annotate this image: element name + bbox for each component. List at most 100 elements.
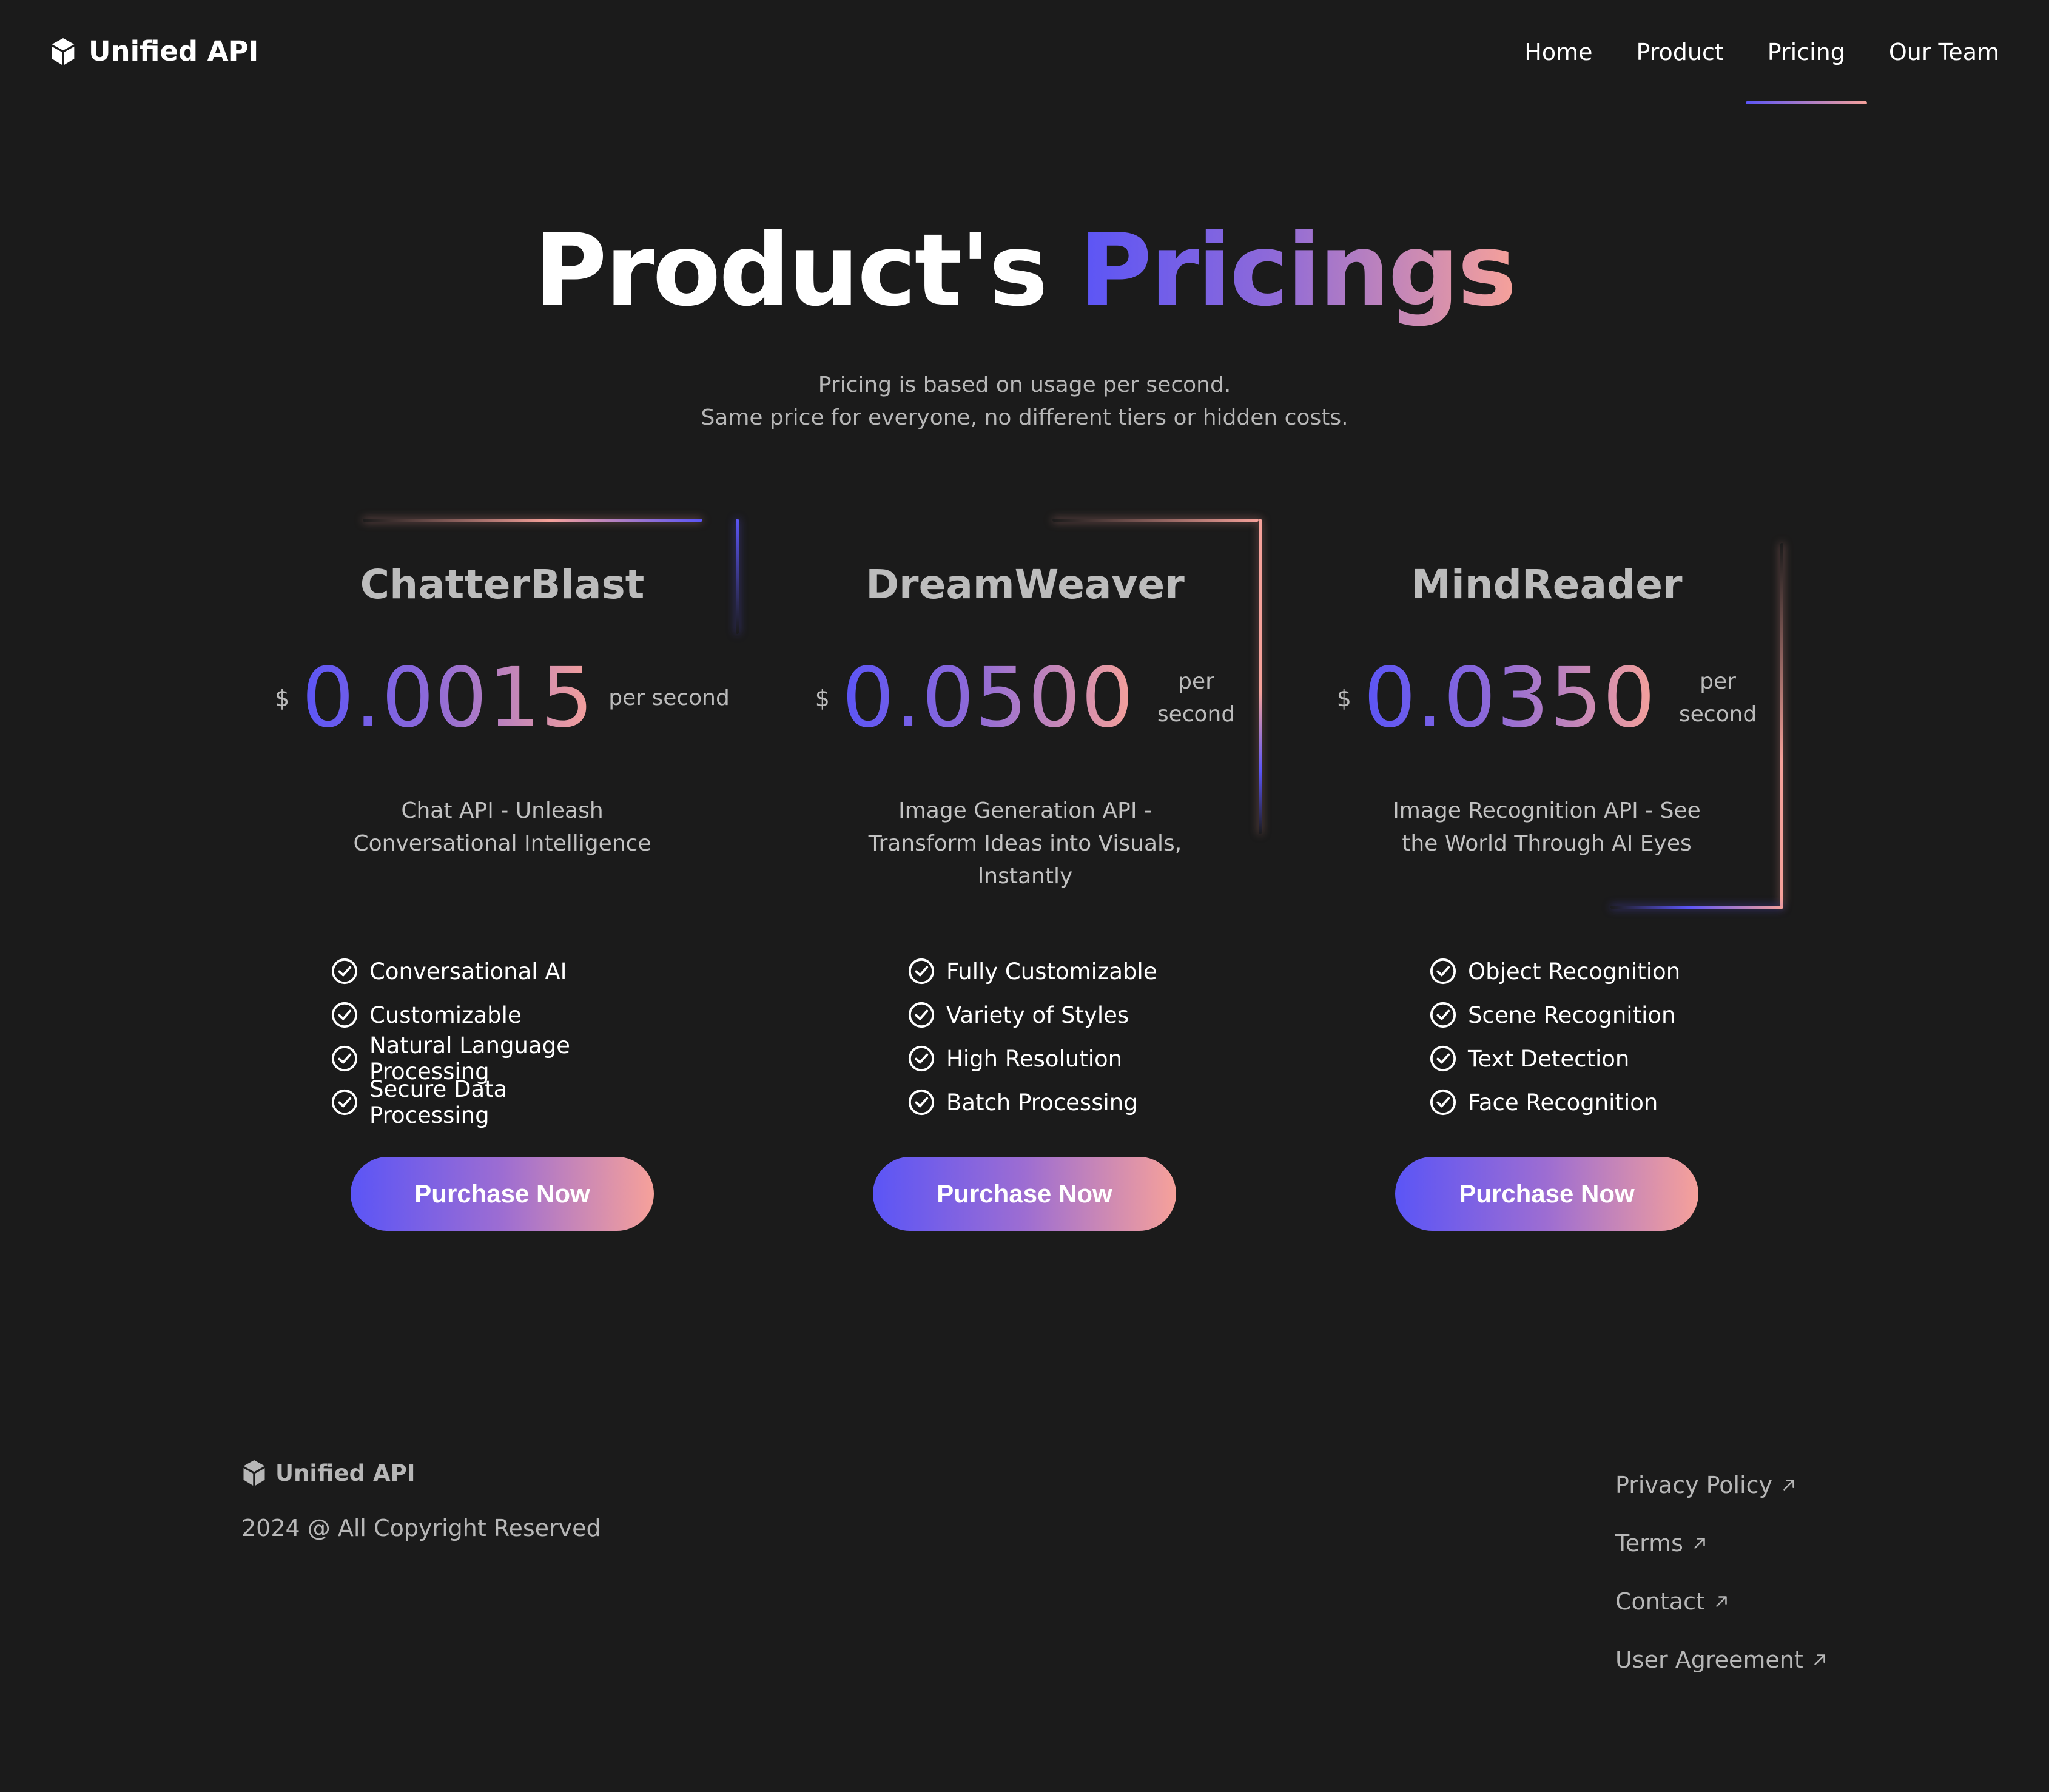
copyright-text: 2024 @ All Copyright Reserved	[241, 1515, 601, 1541]
check-circle-icon	[908, 958, 935, 985]
external-link-arrow-icon	[1694, 1538, 1705, 1549]
feature-list-mindreader: Object Recognition Scene Recognition Tex…	[1429, 949, 1732, 1124]
nav-home[interactable]: Home	[1524, 39, 1592, 66]
external-link-arrow-icon	[1814, 1654, 1825, 1665]
price-unit-line-2: second	[1157, 702, 1236, 727]
price-unit: per second	[1679, 665, 1757, 731]
price-amount: 0.0500	[841, 650, 1134, 746]
page-title-main: Product's	[534, 212, 1048, 328]
currency-symbol: $	[815, 685, 830, 712]
list-item: Customizable	[331, 993, 634, 1037]
list-item: High Resolution	[907, 1037, 1211, 1080]
subtitle-line-2: Same price for everyone, no different ti…	[701, 405, 1348, 430]
card-glow-bottom	[1610, 906, 1783, 909]
list-item: Text Detection	[1429, 1037, 1732, 1080]
price-unit-line-1: per	[1178, 669, 1214, 694]
card-title: MindReader	[1411, 561, 1683, 608]
nav-product[interactable]: Product	[1636, 39, 1723, 66]
cube-icon	[52, 38, 75, 65]
page-subtitle: Pricing is based on usage per second. Sa…	[0, 369, 2049, 434]
card-glow-right	[1259, 519, 1262, 834]
pricing-card-chatterblast: ChatterBlast $ 0.0015 per second Chat AP…	[269, 519, 739, 907]
price-unit-line-2: second	[1678, 702, 1757, 727]
card-title: DreamWeaver	[866, 561, 1185, 608]
price-amount: 0.0015	[301, 650, 594, 746]
footer-links: Privacy Policy Terms Contact User Agreem…	[1615, 1456, 1829, 1689]
subtitle-line-1: Pricing is based on usage per second.	[818, 372, 1231, 397]
feature-label: Batch Processing	[946, 1089, 1138, 1116]
check-circle-icon	[1430, 958, 1456, 985]
footer-brand-name: Unified API	[275, 1460, 416, 1486]
check-circle-icon	[1430, 1089, 1456, 1116]
feature-list-dreamweaver: Fully Customizable Variety of Styles Hig…	[907, 949, 1211, 1124]
list-item: Secure Data Processing	[331, 1076, 634, 1128]
check-circle-icon	[1430, 1045, 1456, 1072]
footer-link-label: User Agreement	[1615, 1646, 1803, 1673]
nav-pricing[interactable]: Pricing	[1745, 39, 1867, 104]
check-circle-icon	[331, 1045, 358, 1072]
currency-symbol: $	[1336, 685, 1351, 712]
footer-link-privacy-policy[interactable]: Privacy Policy	[1615, 1456, 1829, 1514]
list-item: Face Recognition	[1429, 1080, 1732, 1124]
card-description: Chat API - Unleash Conversational Intell…	[353, 798, 651, 856]
price-row: $ 0.0350 per second	[1313, 657, 1780, 739]
price-unit: per second	[608, 685, 730, 710]
brand-logo[interactable]: Unified API	[50, 35, 258, 67]
main-nav: Home Product Pricing Our Team	[1524, 39, 1999, 104]
list-item: Fully Customizable	[907, 949, 1211, 993]
check-circle-icon	[908, 1002, 935, 1028]
purchase-button-chatterblast[interactable]: Purchase Now	[351, 1157, 654, 1231]
price-row: $ 0.0500 per second	[792, 657, 1259, 739]
feature-label: Conversational AI	[369, 958, 567, 985]
feature-label: Face Recognition	[1468, 1089, 1658, 1116]
price-unit: per second	[1157, 665, 1235, 731]
feature-list-chatterblast: Conversational AI Customizable Natural L…	[331, 949, 634, 1128]
cube-icon	[243, 1460, 265, 1486]
card-title: ChatterBlast	[360, 561, 645, 608]
pricing-card-mindreader: MindReader $ 0.0350 per second Image Rec…	[1313, 519, 1783, 909]
card-glow-top	[1052, 519, 1259, 522]
purchase-button-dreamweaver[interactable]: Purchase Now	[873, 1157, 1176, 1231]
feature-label: Fully Customizable	[946, 958, 1157, 985]
card-description: Image Recognition API - See the World Th…	[1393, 798, 1701, 856]
nav-our-team[interactable]: Our Team	[1889, 39, 1999, 66]
list-item: Batch Processing	[907, 1080, 1211, 1124]
list-item: Natural Language Processing	[331, 1032, 634, 1085]
page-title: Product's Pricings	[0, 212, 2049, 328]
purchase-button-mindreader[interactable]: Purchase Now	[1395, 1157, 1698, 1231]
feature-label: High Resolution	[946, 1045, 1123, 1072]
brand-name: Unified API	[89, 35, 259, 67]
feature-label: Scene Recognition	[1468, 1002, 1676, 1028]
card-glow-right	[1780, 543, 1783, 907]
feature-label: Secure Data Processing	[369, 1076, 508, 1128]
check-circle-icon	[331, 1089, 358, 1116]
footer-link-user-agreement[interactable]: User Agreement	[1615, 1631, 1829, 1689]
check-circle-icon	[1430, 1002, 1456, 1028]
list-item: Variety of Styles	[907, 993, 1211, 1037]
pricing-card-dreamweaver: DreamWeaver $ 0.0500 per second Image Ge…	[792, 519, 1262, 907]
footer-link-contact[interactable]: Contact	[1615, 1572, 1829, 1631]
feature-label: Customizable	[369, 1002, 522, 1028]
check-circle-icon	[331, 958, 358, 985]
footer-brand[interactable]: Unified API	[241, 1459, 415, 1487]
check-circle-icon	[908, 1045, 935, 1072]
card-glow-top	[363, 519, 702, 522]
price-unit-line-1: per	[1700, 669, 1736, 694]
card-glow-right	[736, 519, 739, 634]
feature-label: Object Recognition	[1468, 958, 1681, 985]
footer-link-label: Terms	[1615, 1530, 1683, 1557]
price-row: $ 0.0015 per second	[269, 657, 736, 739]
card-description: Image Generation API - Transform Ideas i…	[868, 798, 1182, 889]
feature-label: Text Detection	[1468, 1045, 1630, 1072]
footer-link-label: Privacy Policy	[1615, 1472, 1772, 1498]
footer-link-terms[interactable]: Terms	[1615, 1514, 1829, 1572]
footer-link-label: Contact	[1615, 1588, 1705, 1615]
list-item: Scene Recognition	[1429, 993, 1732, 1037]
feature-label: Variety of Styles	[946, 1002, 1129, 1028]
price-amount: 0.0350	[1363, 650, 1656, 746]
check-circle-icon	[908, 1089, 935, 1116]
currency-symbol: $	[275, 685, 290, 712]
list-item: Object Recognition	[1429, 949, 1732, 993]
external-link-arrow-icon	[1716, 1596, 1727, 1607]
check-circle-icon	[331, 1002, 358, 1028]
